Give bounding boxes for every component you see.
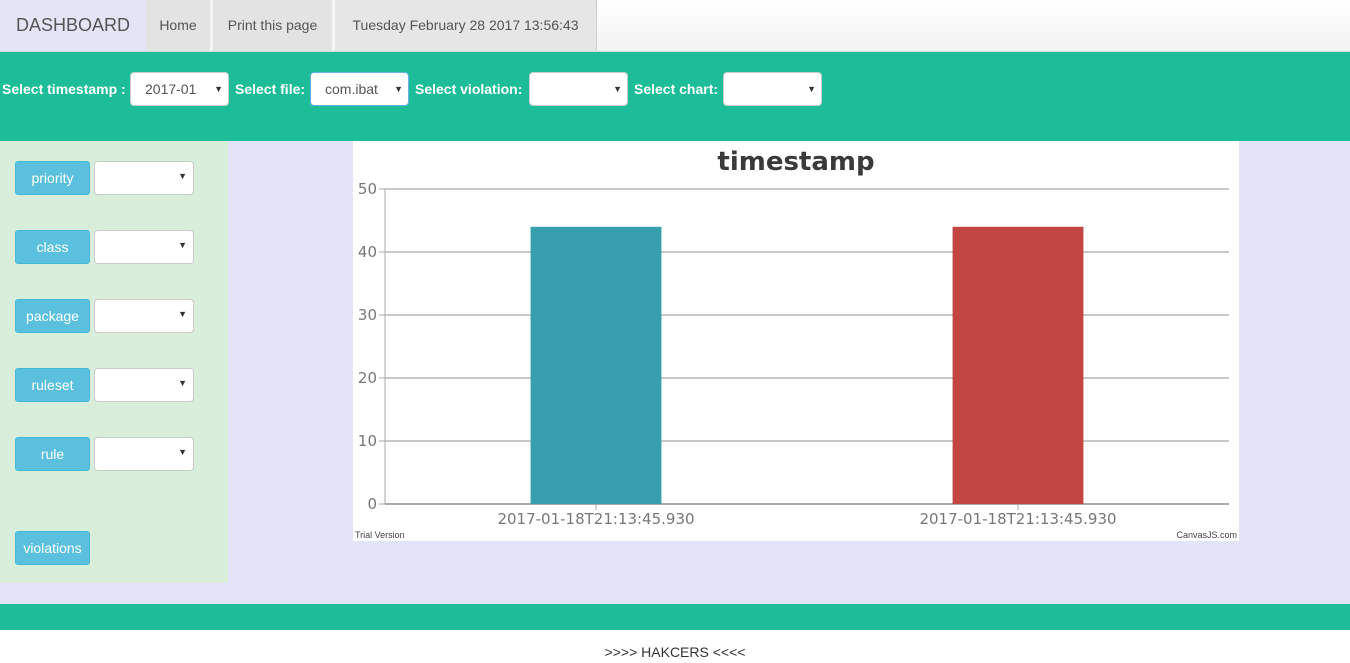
chevron-down-icon: ▼ xyxy=(178,378,187,388)
bottom-green-bar xyxy=(0,604,1350,630)
sidebar: priority ▼ class ▼ package ▼ ruleset ▼ r… xyxy=(0,141,228,583)
y-tick-label: 20 xyxy=(358,369,377,387)
priority-button[interactable]: priority xyxy=(15,161,90,195)
nav-home-link[interactable]: Home xyxy=(146,0,213,51)
chevron-down-icon: ▼ xyxy=(611,73,622,105)
footer-text: >>>> HAKCERS <<<< xyxy=(604,644,746,660)
bar-chart: 0 10 20 30 40 50 2017-01-18T21:13:45.930 2017-0… xyxy=(358,180,1229,528)
class-select[interactable]: ▼ xyxy=(94,230,194,264)
current-datetime: Tuesday February 28 2017 13:56:43 xyxy=(335,0,597,51)
x-tick-label: 2017-01-18T21:13:45.930 xyxy=(497,510,694,528)
y-tick-label: 50 xyxy=(358,180,377,198)
ruleset-select[interactable]: ▼ xyxy=(94,368,194,402)
main-area: priority ▼ class ▼ package ▼ ruleset ▼ r… xyxy=(0,141,1350,604)
y-tick-label: 10 xyxy=(358,432,377,450)
rule-button[interactable]: rule xyxy=(15,437,90,471)
brand-dashboard[interactable]: DASHBOARD xyxy=(0,0,146,51)
bar xyxy=(530,226,662,505)
y-tick-label: 0 xyxy=(367,495,377,513)
footer: >>>> HAKCERS <<<< xyxy=(0,630,1350,663)
violation-select[interactable]: ▼ xyxy=(529,72,628,106)
package-select[interactable]: ▼ xyxy=(94,299,194,333)
nav-print-link[interactable]: Print this page xyxy=(213,0,335,51)
chart-panel: timestamp 0 10 20 30 40 50 2017-01-18T21:13:45… xyxy=(353,141,1239,541)
file-select[interactable]: com.ibat ▼ xyxy=(310,72,409,106)
y-tick-label: 40 xyxy=(358,243,377,261)
priority-select[interactable]: ▼ xyxy=(94,161,194,195)
file-select-value: com.ibat xyxy=(325,81,378,97)
package-button[interactable]: package xyxy=(15,299,90,333)
timestamp-select[interactable]: 2017-01 ▼ xyxy=(130,72,229,106)
top-navbar: DASHBOARD Home Print this page Tuesday F… xyxy=(0,0,1350,52)
y-tick-label: 30 xyxy=(358,306,377,324)
trial-watermark: Trial Version xyxy=(355,530,405,540)
violations-button[interactable]: violations xyxy=(15,531,90,565)
chevron-down-icon: ▼ xyxy=(392,73,403,105)
bar xyxy=(952,226,1084,505)
filter-bar: Select timestamp : 2017-01 ▼ Select file… xyxy=(0,52,1350,141)
chart-select[interactable]: ▼ xyxy=(723,72,822,106)
timestamp-label: Select timestamp : xyxy=(2,81,126,97)
violation-label: Select violation: xyxy=(415,81,523,97)
canvasjs-watermark: CanvasJS.com xyxy=(1176,530,1237,540)
chevron-down-icon: ▼ xyxy=(178,240,187,250)
rule-select[interactable]: ▼ xyxy=(94,437,194,471)
ruleset-button[interactable]: ruleset xyxy=(15,368,90,402)
chevron-down-icon: ▼ xyxy=(805,73,816,105)
chevron-down-icon: ▼ xyxy=(178,447,187,457)
chevron-down-icon: ▼ xyxy=(178,171,187,181)
x-tick-label: 2017-01-18T21:13:45.930 xyxy=(919,510,1116,528)
class-button[interactable]: class xyxy=(15,230,90,264)
chevron-down-icon: ▼ xyxy=(212,73,223,105)
chart-label: Select chart: xyxy=(634,81,719,97)
timestamp-select-value: 2017-01 xyxy=(145,81,197,97)
file-label: Select file: xyxy=(235,81,306,97)
chevron-down-icon: ▼ xyxy=(178,309,187,319)
